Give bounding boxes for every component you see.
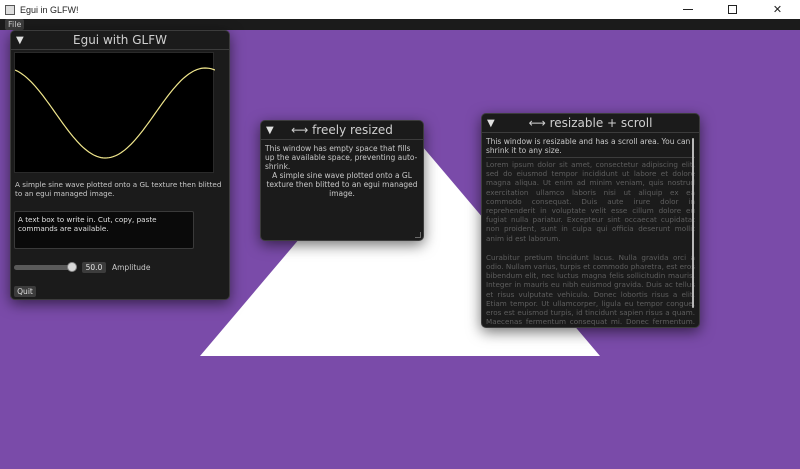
- amplitude-label: Amplitude: [112, 263, 151, 272]
- window-body: This window has empty space that fills u…: [261, 140, 423, 202]
- scroll-area[interactable]: Lorem ipsum dolor sit amet, consectetur …: [486, 160, 695, 327]
- scroll-intro-text: This window is resizable and has a scrol…: [486, 137, 691, 155]
- lorem-paragraph: Lorem ipsum dolor sit amet, consectetur …: [486, 160, 695, 243]
- sine-wave-line: [14, 67, 216, 159]
- window-title: ⟷ resizable + scroll: [528, 116, 653, 130]
- quit-button[interactable]: Quit: [14, 286, 36, 297]
- plot-description: A simple sine wave plotted onto a GL tex…: [15, 180, 222, 198]
- sine-description-text: A simple sine wave plotted onto a GL tex…: [266, 171, 418, 198]
- resize-handle[interactable]: [415, 232, 421, 238]
- separator: [486, 157, 695, 158]
- amplitude-value-field[interactable]: 50.0: [82, 262, 106, 273]
- window-header[interactable]: ▼ Egui with GLFW: [11, 31, 229, 50]
- freely-resized-window[interactable]: ▼ ⟷ freely resized This window has empty…: [260, 120, 424, 241]
- sine-wave-svg: [14, 67, 216, 159]
- empty-space-text: This window has empty space that fills u…: [265, 144, 418, 171]
- collapse-icon[interactable]: ▼: [266, 121, 274, 140]
- window-body: This window is resizable and has a scrol…: [482, 133, 699, 327]
- scrollbar[interactable]: [692, 138, 694, 308]
- lorem-paragraph: Curabitur pretium tincidunt lacus. Nulla…: [486, 252, 695, 327]
- slider-fill: [14, 265, 70, 270]
- sine-plot: [14, 52, 216, 173]
- amplitude-slider[interactable]: [14, 265, 72, 270]
- collapse-icon[interactable]: ▼: [16, 31, 24, 50]
- text-box[interactable]: A text box to write in. Cut, copy, paste…: [14, 211, 194, 249]
- window-header[interactable]: ▼ ⟷ resizable + scroll: [482, 114, 699, 133]
- window-header[interactable]: ▼ ⟷ freely resized: [261, 121, 423, 140]
- window-title: Egui with GLFW: [73, 33, 167, 47]
- collapse-icon[interactable]: ▼: [487, 114, 495, 133]
- resizable-scroll-window[interactable]: ▼ ⟷ resizable + scroll This window is re…: [481, 113, 700, 328]
- slider-thumb[interactable]: [67, 262, 77, 272]
- window-title: ⟷ freely resized: [291, 123, 393, 137]
